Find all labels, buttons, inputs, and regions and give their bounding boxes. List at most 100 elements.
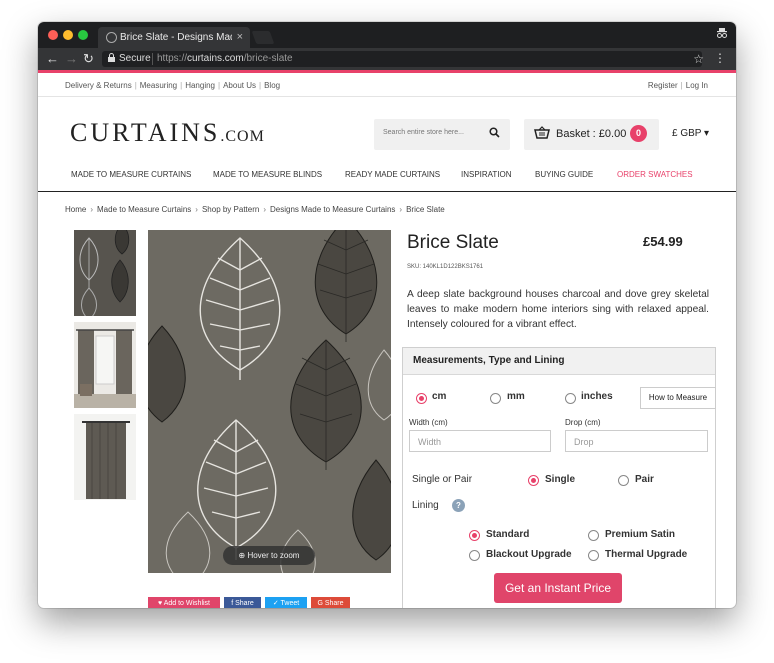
bookmark-star-icon[interactable]: ☆ [693,51,704,67]
product-price: £54.99 [643,234,683,249]
nav-made-to-measure-curtains[interactable]: MADE TO MEASURE CURTAINS [71,170,191,179]
crumb-designs[interactable]: Designs Made to Measure Curtains [270,205,395,214]
get-instant-price-button[interactable]: Get an Instant Price [494,573,622,603]
nav-made-to-measure-blinds[interactable]: MADE TO MEASURE BLINDS [213,170,322,179]
forward-arrow-icon[interactable]: → [65,51,78,67]
nav-buying-guide[interactable]: BUYING GUIDE [535,170,593,179]
drop-input[interactable]: Drop [565,430,708,452]
facebook-share-button[interactable]: f Share [224,597,261,608]
nav-ready-made-curtains[interactable]: READY MADE CURTAINS [345,170,440,179]
lining-premium-satin-label: Premium Satin [605,529,676,540]
account-links: Register | Log In [647,81,708,90]
tab-title: Brice Slate - Designs Made to [120,32,232,43]
basket-total: Basket : £0.00 [556,128,627,140]
add-to-wishlist-button[interactable]: ♥ Add to Wishlist [148,597,220,608]
google-label: Share [324,600,344,607]
lining-label: Lining [412,500,439,511]
address-toolbar: ← → ↻ Secure https://curtains.com/brice-… [38,48,736,70]
lock-icon [108,51,115,67]
crumb-current: Brice Slate [406,205,445,214]
unit-inches-radio[interactable] [565,393,576,404]
lining-premium-satin-radio[interactable] [588,530,599,541]
link-delivery-returns[interactable]: Delivery & Returns [65,81,132,90]
crumb-made-to-measure[interactable]: Made to Measure Curtains [97,205,191,214]
product-sku: SKU: 140KL1D122BKS1761 [407,264,484,270]
url-divider [152,53,153,65]
lining-thermal-radio[interactable] [588,550,599,561]
more-menu-icon[interactable]: ⋮ [714,51,726,65]
link-measuring[interactable]: Measuring [140,81,177,90]
single-radio[interactable] [528,475,539,486]
maximize-window-button[interactable] [78,30,88,40]
divider [38,96,736,97]
site-logo[interactable]: CURTAINS.COM [70,118,265,148]
search-icon[interactable] [489,127,500,141]
link-about-us[interactable]: About Us [223,81,256,90]
how-to-measure-button[interactable]: How to Measure [640,387,716,409]
currency-label: £ GBP [672,128,702,139]
crumb-shop-by-pattern[interactable]: Shop by Pattern [202,205,259,214]
basket-button[interactable]: Basket : £0.00 0 [524,119,659,150]
twitter-icon: ✓ [272,600,281,607]
lining-blackout-label: Blackout Upgrade [486,549,572,560]
link-blog[interactable]: Blog [264,81,280,90]
close-window-button[interactable] [48,30,58,40]
width-label: Width (cm) [409,418,448,427]
minimize-window-button[interactable] [63,30,73,40]
unit-cm-radio[interactable] [416,393,427,404]
nav-order-swatches[interactable]: ORDER SWATCHES [617,170,693,179]
crumb-home[interactable]: Home [65,205,86,214]
url-host: curtains.com [187,53,244,64]
facebook-label: Share [235,600,254,607]
width-input[interactable]: Width [409,430,551,452]
pair-radio[interactable] [618,475,629,486]
url-text: https://curtains.com/brice-slate [157,51,293,67]
product-main-image[interactable] [148,230,391,573]
unit-mm-label: mm [507,391,525,402]
basket-icon [534,126,550,142]
hover-to-zoom-hint: ⊕ Hover to zoom [223,546,315,565]
utility-links: Delivery & Returns | Measuring | Hanging | Abo… [65,81,281,90]
unit-mm-radio[interactable] [490,393,501,404]
currency-selector[interactable]: £ GBP ▾ [672,128,709,139]
pair-label: Pair [635,474,654,485]
lining-help-icon[interactable]: ? [452,499,465,512]
link-register[interactable]: Register [648,81,678,90]
single-label: Single [545,474,576,485]
lining-blackout-radio[interactable] [469,550,480,561]
single-or-pair-label: Single or Pair [412,474,473,485]
reload-icon[interactable]: ↻ [83,51,94,67]
link-hanging[interactable]: Hanging [185,81,215,90]
url-path: /brice-slate [243,53,293,64]
unit-cm-label: cm [432,391,447,402]
google-icon: G [317,600,325,607]
lining-thermal-label: Thermal Upgrade [605,549,688,560]
link-log-in[interactable]: Log In [686,81,708,90]
new-tab-button[interactable] [251,31,275,44]
search-input[interactable]: Search entire store here... [383,129,464,136]
unit-inches-label: inches [581,391,613,402]
search-box[interactable]: Search entire store here... [374,119,510,150]
loading-icon [106,32,117,43]
product-thumbnail-1[interactable] [74,230,136,316]
browser-tab[interactable]: Brice Slate - Designs Made to × [98,27,250,48]
tab-close-icon[interactable]: × [237,27,243,48]
twitter-tweet-button[interactable]: ✓ Tweet [265,597,307,608]
nav-divider [38,191,736,192]
back-arrow-icon[interactable]: ← [46,51,59,67]
product-thumbnail-3[interactable] [74,414,136,500]
drop-label: Drop (cm) [565,418,601,427]
tweet-label: Tweet [280,600,300,607]
title-bar: Brice Slate - Designs Made to × [38,22,736,48]
google-share-button[interactable]: G Share [311,597,350,608]
nav-inspiration[interactable]: INSPIRATION [461,170,512,179]
accent-stripe [38,70,736,73]
panel-heading: Measurements, Type and Lining [413,355,565,366]
lining-standard-radio[interactable] [469,530,480,541]
product-title: Brice Slate [407,232,499,253]
product-thumbnail-2[interactable] [74,322,136,408]
url-bar[interactable]: Secure https://curtains.com/brice-slate … [102,51,704,67]
zoom-hint-text: Hover to zoom [247,551,300,560]
browser-window: Brice Slate - Designs Made to × ← → ↻ Se… [38,22,736,608]
logo-main: CURTAINS [70,118,221,147]
